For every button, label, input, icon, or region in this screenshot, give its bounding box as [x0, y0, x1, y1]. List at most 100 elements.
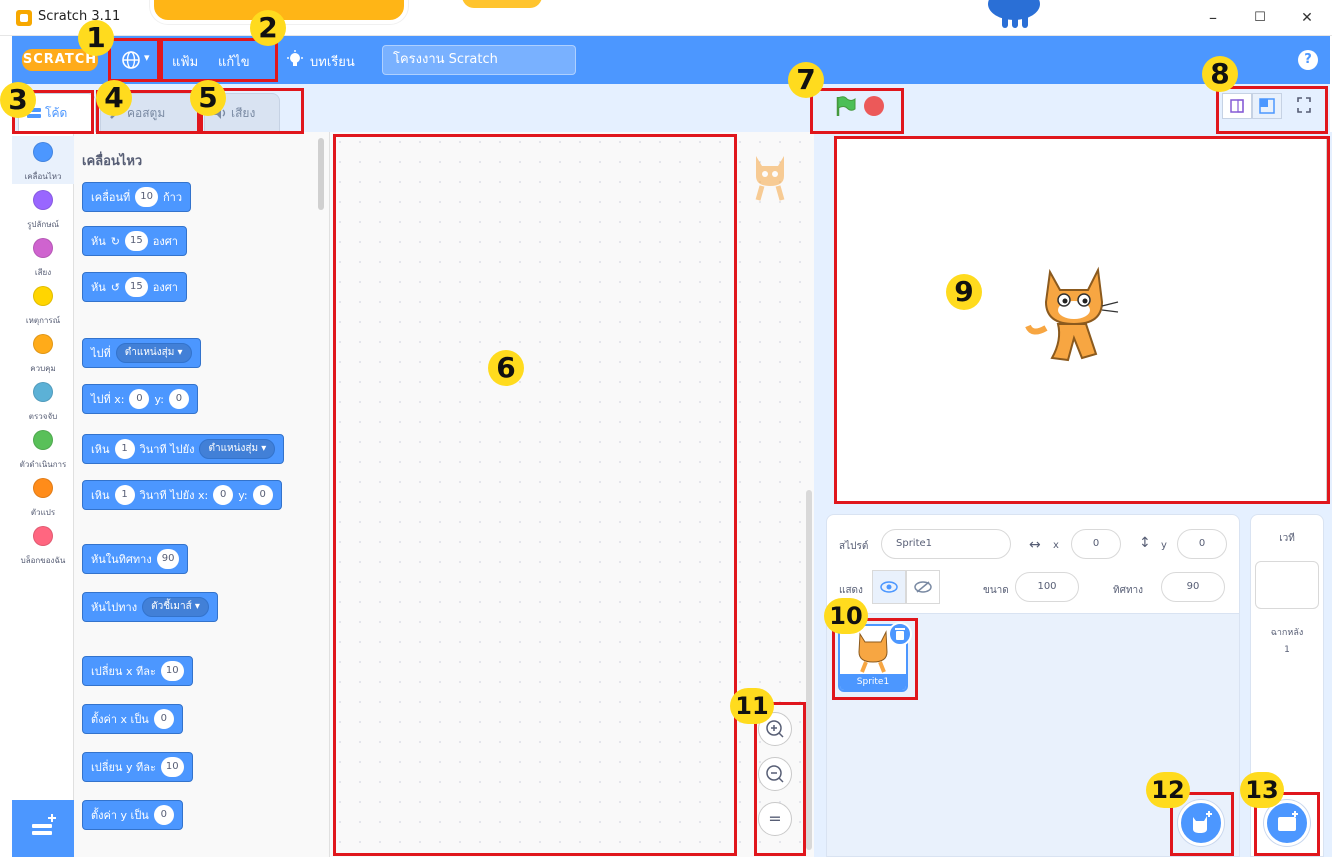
block-text: ตั้งค่า y เป็น [91, 809, 149, 822]
zoom-in-button[interactable] [758, 712, 792, 746]
choose-sprite-button[interactable] [1178, 800, 1224, 846]
code-icon [27, 108, 41, 118]
small-stage-button[interactable] [1222, 93, 1252, 119]
file-menu[interactable]: แฟ้ม [172, 51, 198, 72]
direction-input[interactable]: 90 [1161, 572, 1225, 602]
block-input[interactable]: 15 [125, 277, 148, 297]
palette-scrollbar[interactable] [318, 138, 324, 210]
block-input[interactable]: 0 [168, 389, 189, 409]
project-title-input[interactable]: โครงงาน Scratch [382, 45, 576, 75]
block-text: องศา [152, 235, 178, 248]
decorative-shape [462, 0, 542, 8]
category-events[interactable]: เหตุการณ์ [12, 280, 74, 328]
block-input[interactable]: 15 [125, 231, 148, 251]
block-input[interactable]: 0 [213, 485, 234, 505]
help-icon[interactable]: ? [1298, 50, 1318, 70]
block-palette: เคลื่อนไหว เคลื่อนที่ 10 ก้าว หัน ↻ 15 อ… [74, 132, 330, 857]
large-stage-button[interactable] [1252, 93, 1282, 119]
close-window-button[interactable]: ✕ [1290, 6, 1324, 30]
block-turn-right[interactable]: หัน ↻ 15 องศา [82, 226, 187, 256]
category-motion[interactable]: เคลื่อนไหว [12, 136, 74, 184]
cat-sprite-image[interactable] [1022, 262, 1126, 370]
block-point-towards[interactable]: หันไปทาง ตัวชี้เมาส์ ▾ [82, 592, 218, 622]
zoom-out-button[interactable] [758, 757, 792, 791]
workspace-scrollbar[interactable] [806, 490, 812, 850]
block-input[interactable]: 0 [153, 709, 174, 729]
tab-sounds[interactable]: เสียง [204, 93, 280, 132]
block-input[interactable]: 0 [153, 805, 174, 825]
block-input[interactable]: 90 [156, 549, 180, 569]
block-set-x[interactable]: ตั้งค่า x เป็น 0 [82, 704, 183, 734]
language-menu[interactable]: ▾ [116, 46, 158, 74]
x-position-input[interactable]: 0 [1071, 529, 1121, 559]
scratch-app-icon [16, 10, 32, 26]
green-flag-icon[interactable] [834, 95, 856, 117]
add-extension-button[interactable] [12, 800, 74, 857]
my-blocks-category-icon [33, 526, 53, 546]
control-category-icon [33, 334, 53, 354]
block-change-x[interactable]: เปลี่ยน x ทีละ 10 [82, 656, 193, 686]
block-turn-left[interactable]: หัน ↺ 15 องศา [82, 272, 187, 302]
tab-costumes[interactable]: คอสตูม [100, 93, 200, 132]
minimize-button[interactable]: – [1196, 6, 1230, 30]
sprite-name-input[interactable]: Sprite1 [881, 529, 1011, 559]
block-text: y: [154, 392, 164, 406]
chevron-down-icon: ▾ [144, 51, 150, 64]
block-point-in-direction[interactable]: หันในทิศทาง 90 [82, 544, 189, 574]
category-label: ควบคุม [30, 364, 56, 373]
block-dropdown[interactable]: ตัวชี้เมาส์ ▾ [142, 597, 209, 617]
category-my-blocks[interactable]: บล็อกของฉัน [12, 520, 74, 568]
small-stage-icon [1230, 99, 1244, 113]
block-input[interactable]: 0 [129, 389, 150, 409]
block-glide-to[interactable]: เหิน 1 วินาที ไปยัง ตำแหน่งสุ่ม ▾ [82, 434, 285, 464]
scratch-logo[interactable]: SCRATCH [22, 49, 98, 71]
window-title: Scratch 3.11 [38, 9, 121, 24]
block-dropdown[interactable]: ตำแหน่งสุ่ม ▾ [115, 343, 192, 363]
tab-code-label: โค้ด [45, 106, 68, 120]
category-sound[interactable]: เสียง [12, 232, 74, 280]
block-change-y[interactable]: เปลี่ยน y ทีละ 10 [82, 752, 193, 782]
category-label: ตัวแปร [30, 508, 56, 517]
code-workspace[interactable] [330, 132, 814, 857]
current-sprite-icon [755, 156, 785, 201]
block-move-steps[interactable]: เคลื่อนที่ 10 ก้าว [82, 182, 191, 212]
zoom-reset-button[interactable]: = [758, 802, 792, 836]
choose-backdrop-button[interactable] [1264, 800, 1310, 846]
eye-icon [880, 581, 898, 593]
y-position-input[interactable]: 0 [1177, 529, 1227, 559]
block-dropdown[interactable]: ตำแหน่งสุ่ม ▾ [199, 439, 276, 459]
menu-bar: SCRATCH ▾ แฟ้ม แก้ไข บทเรียน โครงงาน Scr… [12, 36, 1330, 84]
hide-sprite-button[interactable] [906, 570, 940, 604]
delete-sprite-button[interactable] [888, 622, 912, 646]
palette-category-title: เคลื่อนไหว [82, 154, 143, 169]
block-text: หันในทิศทาง [91, 553, 152, 566]
block-input[interactable]: 1 [114, 439, 135, 459]
block-go-to[interactable]: ไปที่ ตำแหน่งสุ่ม ▾ [82, 338, 201, 368]
block-input[interactable]: 0 [252, 485, 273, 505]
tutorials-button[interactable]: บทเรียน [310, 51, 355, 72]
variables-category-icon [33, 478, 53, 498]
stop-button[interactable] [864, 96, 884, 116]
block-input[interactable]: 10 [160, 757, 184, 777]
block-input[interactable]: 10 [160, 661, 184, 681]
category-operators[interactable]: ตัวดำเนินการ [12, 424, 74, 472]
size-input[interactable]: 100 [1015, 572, 1079, 602]
block-set-y[interactable]: ตั้งค่า y เป็น 0 [82, 800, 183, 830]
maximize-button[interactable]: ☐ [1243, 6, 1277, 30]
category-variables[interactable]: ตัวแปร [12, 472, 74, 520]
category-looks[interactable]: รูปลักษณ์ [12, 184, 74, 232]
show-sprite-button[interactable] [872, 570, 906, 604]
tab-code[interactable]: โค้ด [18, 93, 96, 132]
zoom-in-icon [766, 720, 784, 738]
category-sensing[interactable]: ตรวจจับ [12, 376, 74, 424]
block-text: วินาที ไปยัง [139, 443, 195, 456]
edit-menu[interactable]: แก้ไข [218, 51, 250, 72]
block-glide-to-xy[interactable]: เหิน 1 วินาที ไปยัง x: 0 y: 0 [82, 480, 282, 510]
block-text: องศา [152, 281, 178, 294]
block-input[interactable]: 1 [114, 485, 135, 505]
block-go-to-xy[interactable]: ไปที่ x: 0 y: 0 [82, 384, 198, 414]
fullscreen-button[interactable] [1290, 93, 1320, 119]
category-label: บล็อกของฉัน [20, 556, 66, 565]
category-control[interactable]: ควบคุม [12, 328, 74, 376]
block-input[interactable]: 10 [135, 187, 158, 207]
